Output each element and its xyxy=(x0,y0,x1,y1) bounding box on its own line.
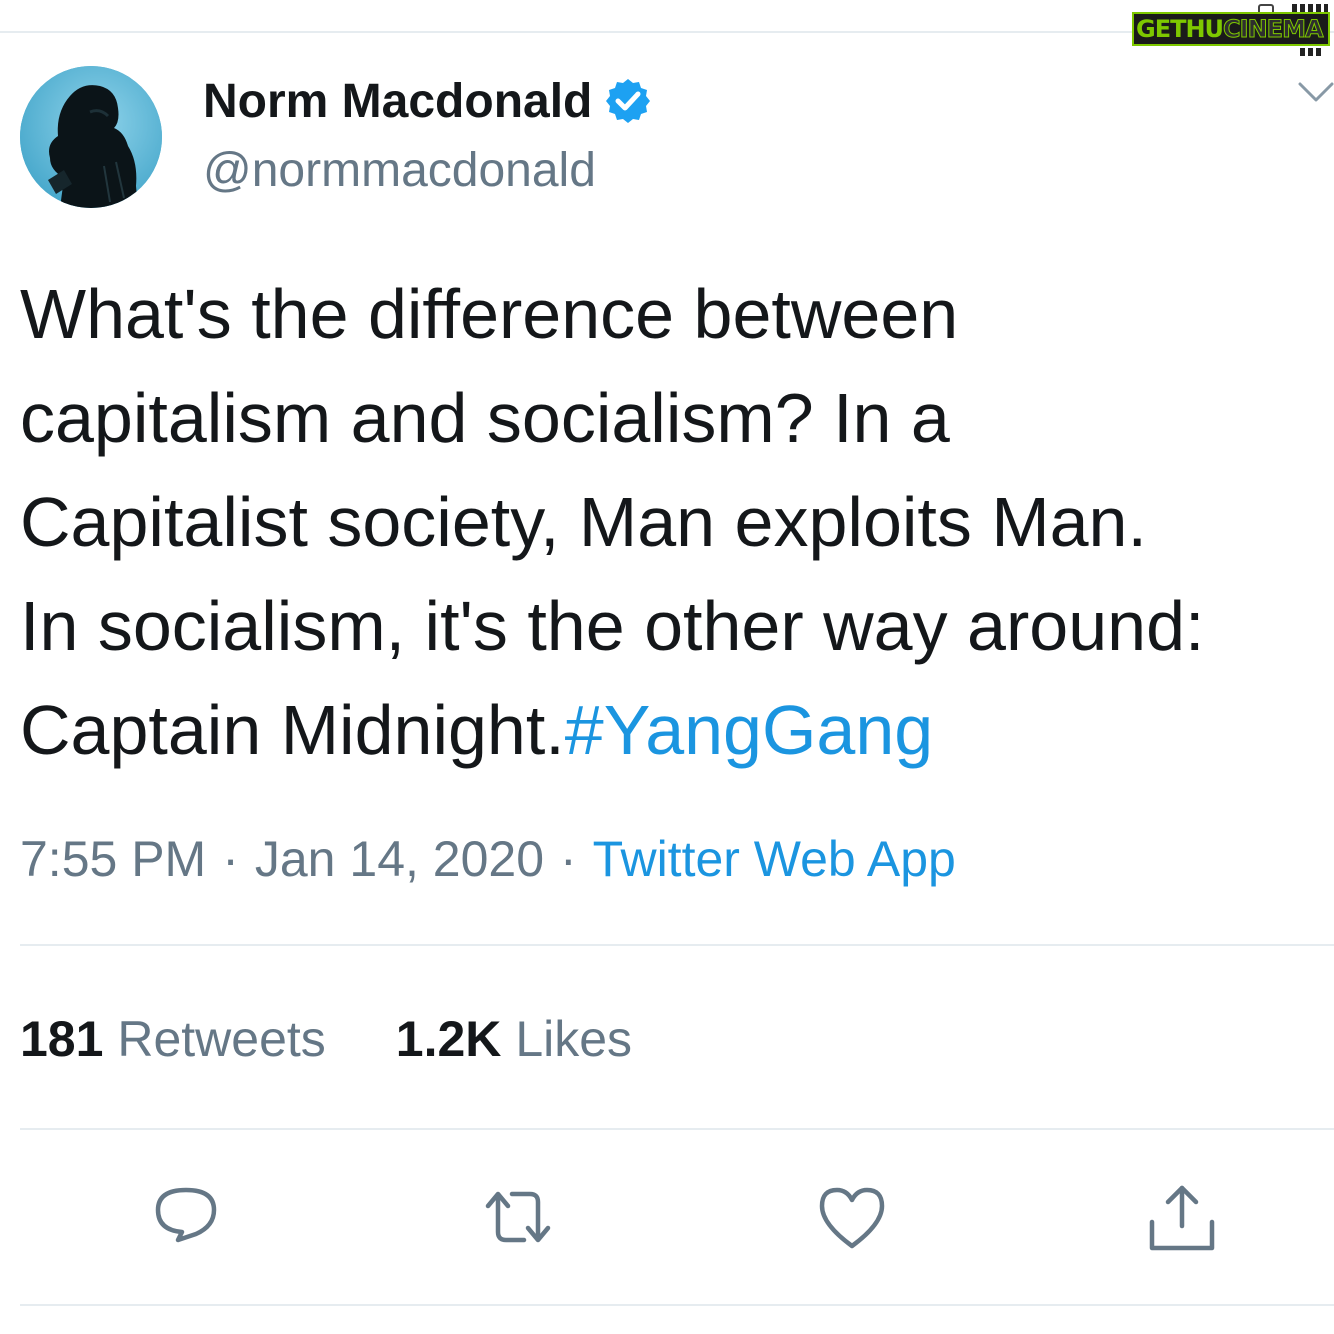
display-name[interactable]: Norm Macdonald xyxy=(203,74,592,129)
film-strip-icon xyxy=(1292,4,1328,12)
heart-icon xyxy=(819,1187,885,1249)
reply-button[interactable] xyxy=(148,1180,224,1256)
tweet-line-text: Captain Midnight. xyxy=(20,691,565,769)
share-button[interactable] xyxy=(1144,1180,1220,1256)
retweet-button[interactable] xyxy=(480,1180,556,1256)
tweet-line: In socialism, it's the other way around: xyxy=(20,587,1205,665)
tweet-source-link[interactable]: Twitter Web App xyxy=(593,831,956,887)
tweet-stats: 181 Retweets 1.2K Likes xyxy=(20,1006,632,1072)
tweet-date[interactable]: Jan 14, 2020 xyxy=(255,831,544,887)
retweets-stat[interactable]: 181 Retweets xyxy=(20,1011,326,1067)
hashtag-link[interactable]: #YangGang xyxy=(565,691,933,769)
avatar-silhouette xyxy=(20,66,162,208)
tweet-line-last: Captain Midnight.#YangGang xyxy=(20,678,1334,782)
retweets-label: Retweets xyxy=(117,1011,326,1067)
meta-separator: · xyxy=(560,831,577,887)
share-icon xyxy=(1149,1185,1215,1251)
reply-icon xyxy=(155,1187,217,1243)
retweet-icon xyxy=(485,1191,551,1243)
film-strip-bottom-icon xyxy=(1300,48,1324,56)
tweet-screenshot: GETHUCINEMA Norm Macdonald @normmacdonal… xyxy=(0,0,1334,1334)
avatar[interactable] xyxy=(20,66,162,208)
display-name-row[interactable]: Norm Macdonald xyxy=(203,70,652,132)
tweet-line: What's the difference between xyxy=(20,275,959,353)
retweets-count: 181 xyxy=(20,1011,104,1067)
likes-stat[interactable]: 1.2K Likes xyxy=(396,1011,632,1067)
watermark-logo: GETHUCINEMA xyxy=(1132,4,1330,56)
bottom-divider xyxy=(20,1304,1334,1306)
chevron-down-icon[interactable] xyxy=(1296,76,1334,110)
meta-separator: · xyxy=(222,831,239,887)
tweet-line: capitalism and socialism? In a xyxy=(20,379,950,457)
like-button[interactable] xyxy=(814,1180,890,1256)
tweet-meta: 7:55 PM · Jan 14, 2020 · Twitter Web App xyxy=(20,826,956,892)
tweet-text: What's the difference between capitalism… xyxy=(20,262,1334,782)
user-handle[interactable]: @normmacdonald xyxy=(203,140,596,202)
verified-badge-icon xyxy=(604,77,652,125)
meta-divider xyxy=(20,944,1334,946)
likes-label: Likes xyxy=(515,1011,633,1067)
stats-divider xyxy=(20,1128,1334,1130)
tweet-time[interactable]: 7:55 PM xyxy=(20,831,206,887)
likes-count: 1.2K xyxy=(395,1011,502,1067)
watermark-text: GETHUCINEMA xyxy=(1136,15,1324,44)
tweet-line: Capitalist society, Man exploits Man. xyxy=(20,483,1147,561)
